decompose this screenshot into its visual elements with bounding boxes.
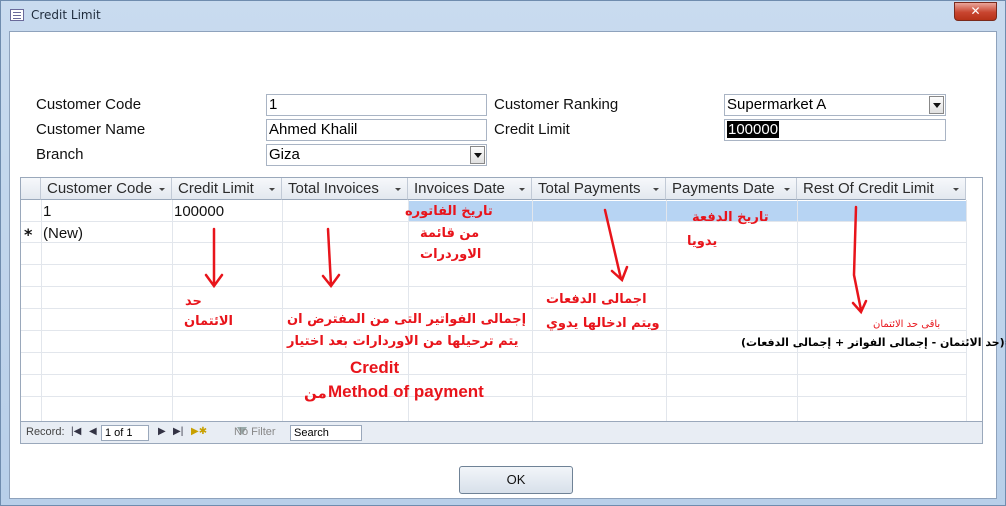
- form-icon: [10, 9, 24, 21]
- window-title: Credit Limit: [31, 8, 101, 22]
- arrow-rest-credit: [851, 205, 868, 315]
- arrow-total-invoices: [321, 227, 341, 289]
- arrow-credit-limit: [204, 227, 224, 289]
- form-client-area: Customer Code 1 Customer Name Ahmed Khal…: [9, 31, 1006, 499]
- arrow-total-payments: [603, 208, 629, 283]
- close-icon: ✕: [970, 4, 981, 18]
- title-bar[interactable]: Credit Limit ✕: [1, 1, 1005, 31]
- ok-button[interactable]: OK: [459, 466, 573, 494]
- credit-limit-window: Credit Limit ✕ Customer Code 1 Customer …: [0, 0, 1006, 506]
- annotation-arrows: [204, 205, 868, 315]
- close-button[interactable]: ✕: [954, 2, 997, 21]
